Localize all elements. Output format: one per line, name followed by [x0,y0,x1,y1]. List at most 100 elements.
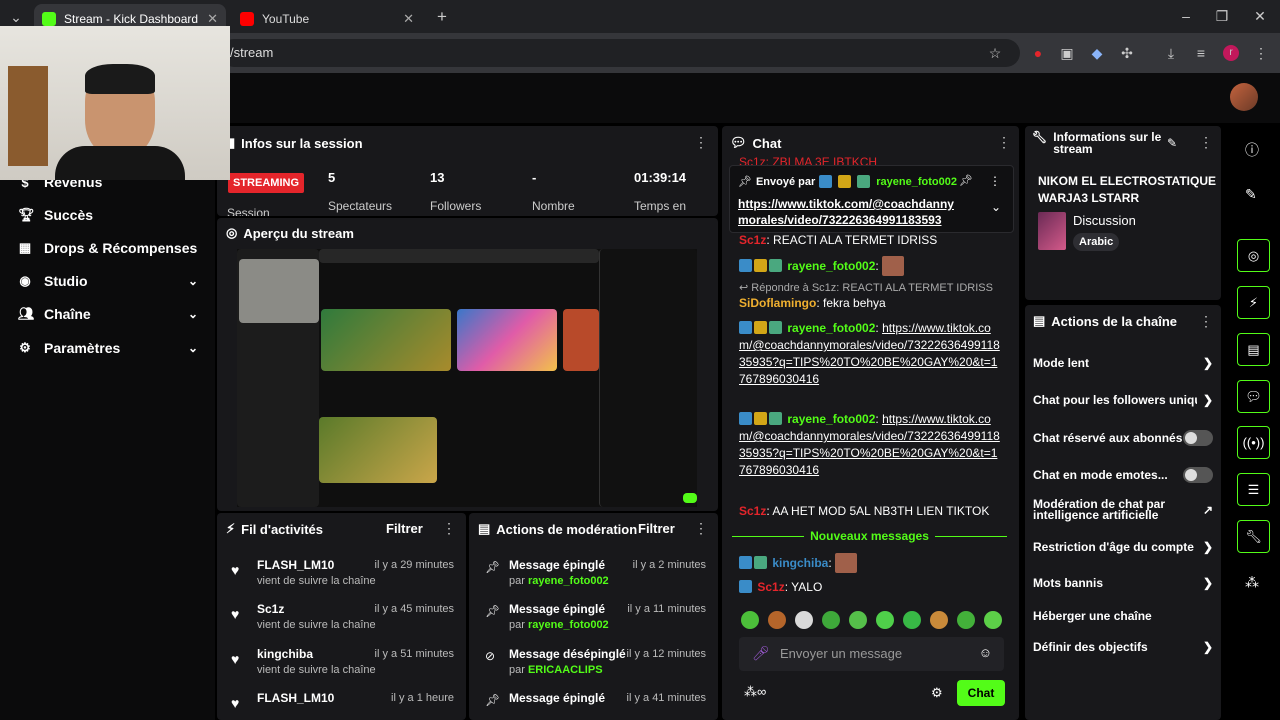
vip-badge-icon [769,259,782,272]
follower-name[interactable]: FLASH_LM10 [257,691,334,705]
mod-by-prefix: par [509,664,525,676]
category-thumbnail[interactable] [1038,212,1066,250]
stream-info-menu-icon[interactable]: ⋮ [1199,134,1213,151]
extension-blue-icon[interactable]: ◆ [1089,45,1105,61]
pinned-message[interactable]: 📌︎ Envoyé par rayene_foto002 📌︎ ⋮ https:… [729,165,1014,233]
avatar[interactable] [1230,83,1258,111]
category-name[interactable]: Discussion [1073,213,1136,228]
emote-icon[interactable] [822,611,840,629]
url-input[interactable]: /stream [220,39,1020,67]
maximize-icon[interactable]: ❐ [1214,8,1230,24]
chat-menu-icon[interactable]: ⋮ [997,134,1011,151]
profile-icon[interactable]: r [1223,45,1239,61]
follower-name[interactable]: Sc1z [257,602,284,616]
list-icon[interactable]: ☰ [1237,473,1270,506]
emote-icon[interactable] [984,611,1002,629]
chat-username[interactable]: SiDoflamingo [739,296,816,310]
action-banned-words[interactable]: Mots bannis ❯ [1033,576,1213,590]
moderation-menu-icon[interactable]: ⋮ [694,520,708,537]
action-followers-only[interactable]: Chat pour les followers uniqu ❯ [1033,393,1213,407]
list-item: ⊘ Message désépinglé il y a 12 minutes p… [482,647,710,679]
follower-name[interactable]: kingchiba [257,647,313,661]
subscribers-only-toggle[interactable] [1183,430,1213,446]
unpin-icon: ⊘ [485,649,496,663]
chat-icon[interactable]: 💬︎ [1237,380,1270,413]
chat-username[interactable]: Sc1z [739,504,766,518]
sidebar-item-chaine[interactable]: 👥︎ Chaîne ⌄ [18,306,198,322]
window-close-icon[interactable]: ✕ [1252,8,1268,24]
vip-badge-icon [769,412,782,425]
activity-filter-button[interactable]: Filtrer [386,521,423,536]
follower-name[interactable]: FLASH_LM10 [257,558,334,572]
tab-youtube[interactable]: YouTube ✕ [232,4,422,33]
chat-username[interactable]: Sc1z [757,580,784,594]
pinned-user[interactable]: rayene_foto002 [876,176,957,188]
info-icon[interactable]: ⓘ [1245,140,1259,160]
moderation-filter-button[interactable]: Filtrer [638,521,675,536]
chat-username[interactable]: Sc1z [739,233,766,247]
chat-username[interactable]: kingchiba [772,556,828,570]
media-control-icon[interactable]: ≡ [1193,45,1209,61]
mod-user[interactable]: ERICAACLIPS [528,664,603,676]
pinned-link[interactable]: https://www.tiktok.com/@coachdannymorale… [738,196,964,228]
bookmark-star-icon[interactable]: ☆ [987,45,1003,61]
close-tab-icon[interactable]: ✕ [403,11,414,27]
broadcast-icon[interactable]: ((•)) [1237,426,1270,459]
action-age-restriction[interactable]: Restriction d'âge du compte ❯ [1033,540,1213,554]
mod-user[interactable]: rayene_foto002 [528,619,609,631]
sidebar-item-succes[interactable]: 🏆︎ Succès [18,207,198,223]
webcam-overlay [0,26,230,180]
edit-pencil-icon[interactable]: ✎ [1167,136,1177,150]
chat-username[interactable]: rayene_foto002 [787,259,875,273]
chat-username[interactable]: rayene_foto002 [787,412,875,426]
browser-menu-icon[interactable]: ⋮ [1253,45,1269,61]
emote-icon[interactable] [741,611,759,629]
sidebar-item-drops[interactable]: ▦ Drops & Récompenses [18,240,198,256]
edit-icon[interactable]: ✎ [1245,186,1257,203]
unpin-icon[interactable]: 📌︎ [959,174,973,187]
mod-by-prefix: par [509,575,525,587]
notes-icon[interactable]: ▤ [1237,333,1270,366]
wrench-icon[interactable]: 🔧︎ [1237,520,1270,553]
emote-icon[interactable] [795,611,813,629]
extension-icon[interactable]: ▣ [1059,45,1075,61]
new-messages-divider[interactable]: Nouveaux messages [732,528,1008,544]
extension-red-icon[interactable]: ● [1030,45,1046,61]
sidebar-item-parametres[interactable]: ⚙ Paramètres ⌄ [18,340,198,356]
action-host-channel[interactable]: Héberger une chaîne [1033,609,1213,623]
tab-list-chevron-icon[interactable]: ⌄ [8,9,24,25]
emote-icon[interactable] [903,611,921,629]
send-chat-button[interactable]: Chat [957,680,1005,706]
stream-preview-video[interactable] [237,249,697,507]
kick-points-icon[interactable]: ⁂ [1245,574,1259,591]
chat-input[interactable]: 🎤︎ Envoyer un message ☺ [739,637,1004,671]
minimize-icon[interactable]: – [1178,8,1194,24]
activity-menu-icon[interactable]: ⋮ [442,520,456,537]
chat-username[interactable]: rayene_foto002 [787,321,875,335]
download-icon[interactable]: ⤓ [1163,45,1179,61]
camera-icon[interactable]: ◎ [1237,239,1270,272]
pinned-menu-icon[interactable]: ⋮ [989,174,1001,188]
channel-actions-menu-icon[interactable]: ⋮ [1199,313,1213,330]
action-set-goals[interactable]: Définir des objectifs ❯ [1033,640,1213,654]
emote-icon[interactable] [849,611,867,629]
emote-icon[interactable] [930,611,948,629]
bolt-icon[interactable]: ⚡︎ [1237,286,1270,319]
emoji-icon[interactable]: ☺ [979,645,992,660]
emote-icon[interactable] [876,611,894,629]
emote-only-toggle[interactable] [1183,467,1213,483]
kick-points-icon[interactable]: ⁂∞ [744,684,766,700]
emote-icon[interactable] [957,611,975,629]
chat-settings-gear-icon[interactable]: ⚙ [931,685,943,701]
sidebar-item-studio[interactable]: ◉ Studio ⌄ [18,273,198,289]
mod-user[interactable]: rayene_foto002 [528,575,609,587]
action-ai-moderation[interactable]: Modération de chat par intelligence arti… [1033,498,1213,521]
microphone-icon[interactable]: 🎤︎ [752,645,770,662]
action-slow-mode[interactable]: Mode lent ❯ [1033,356,1213,370]
close-tab-icon[interactable]: ✕ [207,11,218,27]
emote-icon[interactable] [768,611,786,629]
new-tab-icon[interactable]: + [434,8,450,25]
extensions-puzzle-icon[interactable]: ✣ [1119,45,1135,61]
chevron-down-icon[interactable]: ⌄ [991,200,1001,214]
session-menu-icon[interactable]: ⋮ [694,134,708,151]
